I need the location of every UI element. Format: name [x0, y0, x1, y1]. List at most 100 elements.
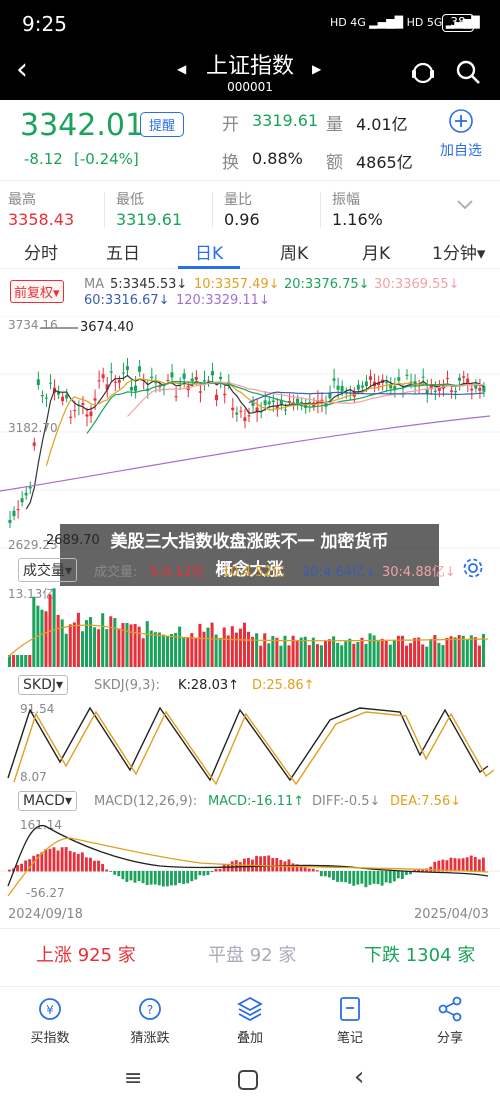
macd-bar	[194, 871, 198, 880]
macd-diff-line	[7, 825, 489, 887]
volume-bar	[157, 632, 161, 667]
news-line-1: 美股三大指数收盘涨跌不一 加密货币	[110, 532, 389, 552]
next-stock-icon[interactable]: ▶	[312, 62, 321, 76]
macd-bar	[210, 871, 214, 873]
macd-bar	[372, 871, 376, 884]
volume-bar	[84, 620, 89, 667]
amplitude-value: 1.16%	[332, 210, 383, 229]
candle	[458, 377, 462, 381]
macd-bar	[368, 871, 372, 885]
service-icon[interactable]	[410, 60, 436, 86]
volume-bar	[437, 642, 441, 667]
macd-bar	[141, 871, 145, 884]
volume-bar	[165, 636, 170, 667]
remind-button[interactable]: 提醒	[140, 112, 185, 137]
macd-bar	[113, 871, 117, 875]
volume-bar	[477, 645, 481, 667]
tab-weekly-k[interactable]: 周K	[280, 239, 308, 264]
last-price: 3342.01	[20, 108, 145, 143]
candle	[166, 379, 170, 381]
back-nav-icon[interactable]: ‹	[354, 1062, 364, 1092]
kline-high-mark: 3674.40	[80, 320, 134, 335]
volume-bar	[247, 631, 251, 667]
search-icon[interactable]	[455, 59, 481, 85]
notes-label: 笔记	[336, 1031, 363, 1046]
volume-bar	[295, 640, 299, 667]
macd-diff: DIFF:-0.5↓	[312, 794, 381, 809]
candle	[449, 390, 453, 392]
macd-bar	[319, 871, 323, 877]
volume-bar	[364, 643, 368, 667]
macd-bar	[93, 860, 96, 872]
volume-bar	[153, 632, 157, 667]
expand-chevron-icon[interactable]	[455, 198, 475, 212]
candle	[40, 395, 44, 397]
buy-index-button[interactable]: ¥ 买指数	[10, 995, 90, 1046]
tab-monthly-k[interactable]: 月K	[362, 239, 390, 264]
settings-gear-icon[interactable]	[462, 557, 484, 579]
skdj-indicator-select[interactable]: SKDJ▾	[18, 675, 69, 695]
candle	[129, 387, 133, 391]
back-icon[interactable]: ‹	[16, 52, 28, 87]
macd-bar	[360, 871, 364, 884]
notes-button[interactable]: 笔记	[310, 995, 390, 1046]
volume-bar	[182, 637, 186, 667]
guess-icon: ?	[139, 998, 161, 1020]
share-button[interactable]: 分享	[410, 995, 490, 1046]
macd-bar	[60, 847, 64, 872]
add-watchlist-button[interactable]: 加自选	[436, 108, 486, 160]
volume-chart[interactable]	[0, 587, 500, 670]
candle	[470, 388, 474, 391]
candle	[332, 378, 336, 381]
home-icon[interactable]	[238, 1070, 258, 1090]
macd-bar	[457, 858, 461, 872]
volume-bar	[52, 588, 56, 667]
volume-bar	[218, 637, 222, 667]
macd-bar	[344, 871, 348, 883]
macd-bar	[20, 863, 24, 872]
volume-bar	[344, 641, 348, 667]
volume-bar	[413, 638, 417, 667]
candle	[44, 397, 48, 399]
macd-indicator-select[interactable]: MACD▾	[18, 791, 77, 811]
ma-label: MA	[84, 277, 105, 292]
macd-bar	[101, 864, 105, 872]
macd-bar	[133, 871, 137, 883]
volume-bar	[226, 635, 230, 667]
macd-bar	[186, 871, 190, 884]
macd-bar	[165, 871, 169, 887]
skdj-params: SKDJ(9,3):	[94, 678, 160, 693]
volume-bar	[234, 632, 238, 667]
menu-icon[interactable]: ≡	[124, 1066, 142, 1091]
macd-chart[interactable]	[0, 816, 500, 908]
macd-bar	[109, 871, 113, 872]
candle	[296, 398, 300, 404]
tab-timeshare[interactable]: 分时	[24, 239, 58, 264]
candle	[267, 401, 271, 405]
volume-bar	[352, 643, 356, 667]
skdj-chart[interactable]	[0, 700, 500, 788]
kline-chart[interactable]	[0, 316, 500, 555]
volume-bar	[206, 627, 210, 667]
tab-one-minute[interactable]: 1分钟▾	[432, 239, 485, 264]
volume-bar	[113, 617, 117, 667]
candle	[150, 376, 154, 378]
candle	[36, 379, 40, 385]
tab-five-day[interactable]: 五日	[106, 239, 140, 264]
macd-bar	[461, 858, 465, 872]
macd-bar	[311, 868, 315, 872]
volume-bar	[453, 637, 457, 667]
tab-daily-k[interactable]: 日K	[195, 239, 223, 264]
volume-bar	[109, 616, 113, 667]
candle	[85, 414, 89, 417]
volume-indicator-select[interactable]: 成交量▾	[18, 558, 78, 582]
volume-ma10: 10:4.52亿	[222, 565, 285, 580]
overlay-button[interactable]: 叠加	[210, 995, 290, 1046]
adjust-button[interactable]: 前复权▾	[10, 280, 64, 303]
prev-stock-icon[interactable]: ◀	[177, 62, 186, 76]
volume-bar	[101, 613, 105, 667]
volume-bar	[238, 628, 242, 667]
guess-button[interactable]: ? 猜涨跌	[110, 995, 190, 1046]
macd-bar	[206, 871, 210, 875]
volume-bar	[40, 609, 44, 667]
